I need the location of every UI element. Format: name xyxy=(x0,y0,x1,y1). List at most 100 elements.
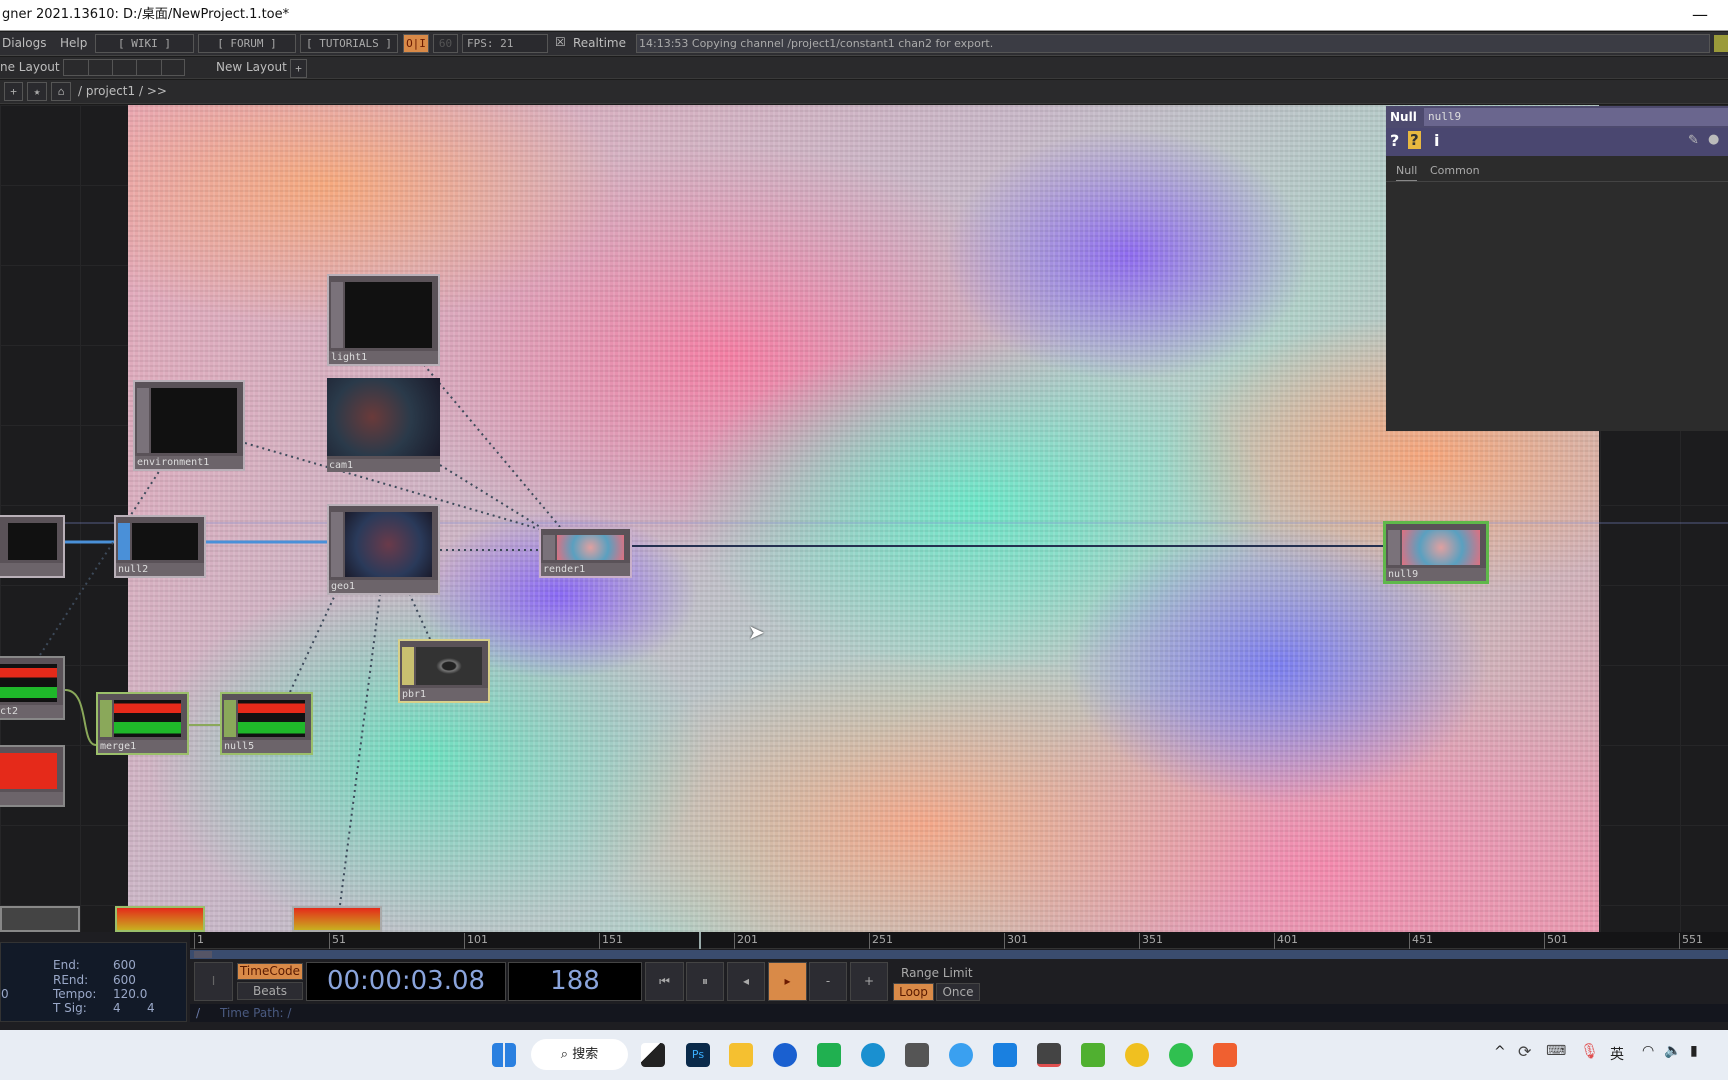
qq-music-icon[interactable] xyxy=(1125,1043,1149,1067)
node-geo1[interactable]: geo1 xyxy=(327,504,440,595)
python-help-icon[interactable]: ? xyxy=(1408,131,1421,149)
task-view-icon[interactable] xyxy=(641,1043,665,1067)
node-label: null2 xyxy=(116,563,204,576)
fps-cap[interactable]: 60 xyxy=(433,34,458,53)
play-backward-button[interactable]: ◂ xyxy=(727,962,765,1001)
realtime-checkbox[interactable]: ☒ xyxy=(555,35,566,49)
step-back-button[interactable]: - xyxy=(809,962,847,1001)
node-bottom[interactable] xyxy=(0,906,80,932)
windows-start-icon[interactable] xyxy=(492,1043,516,1067)
node-flags[interactable] xyxy=(137,388,149,453)
minimize-button[interactable]: — xyxy=(1692,0,1708,30)
tempo-value[interactable]: 120.0 xyxy=(113,987,147,1001)
feishu-icon[interactable] xyxy=(993,1043,1017,1067)
lenovo-icon[interactable] xyxy=(773,1043,797,1067)
timeline-tick: 101 xyxy=(464,933,488,949)
op-name-field[interactable]: null9 xyxy=(1424,108,1728,126)
node-null9-selected[interactable]: null9 xyxy=(1383,521,1489,584)
forum-button[interactable]: [ FORUM ] xyxy=(198,34,296,53)
node-flags[interactable] xyxy=(1388,530,1400,565)
loop-button[interactable]: Loop xyxy=(893,983,934,1001)
tsig-denominator[interactable]: 4 xyxy=(147,1001,155,1015)
end-value[interactable]: 600 xyxy=(113,958,136,972)
help-icon[interactable]: ? xyxy=(1390,131,1399,150)
timeline-tick: 251 xyxy=(869,933,893,949)
node-merge1[interactable]: merge1 xyxy=(96,692,189,755)
microphone-icon[interactable]: 🎙 xyxy=(1580,1042,1599,1060)
info-icon[interactable]: i xyxy=(1434,131,1439,150)
node-null2[interactable]: null2 xyxy=(114,515,206,578)
clip-studio-icon[interactable] xyxy=(1081,1043,1105,1067)
rend-value[interactable]: 600 xyxy=(113,973,136,987)
tsig-numerator[interactable]: 4 xyxy=(113,1001,121,1015)
node-4[interactable]: 4 xyxy=(0,745,65,807)
home-icon[interactable]: ⌂ xyxy=(51,82,71,101)
node-environment1[interactable]: environment1 xyxy=(133,380,245,471)
node-flags[interactable] xyxy=(224,700,236,737)
tutorials-button[interactable]: [ TUTORIALS ] xyxy=(300,34,398,53)
battery-icon[interactable]: ▮ xyxy=(1690,1043,1698,1059)
menu-dialogs[interactable]: Dialogs xyxy=(2,36,46,50)
taskbar-search[interactable]: ⌕ 搜索 xyxy=(531,1039,628,1070)
menu-help[interactable]: Help xyxy=(60,36,87,50)
timecode-button[interactable]: TimeCode xyxy=(237,963,303,980)
node-flags[interactable] xyxy=(402,647,414,685)
tab-null[interactable]: Null xyxy=(1396,164,1418,182)
iqiyi-icon[interactable] xyxy=(817,1043,841,1067)
realtime-label: Realtime xyxy=(573,36,626,50)
node-null5[interactable]: null5 xyxy=(220,692,313,755)
node-flags[interactable] xyxy=(543,535,555,560)
pause-button[interactable]: ⏸ xyxy=(686,962,724,1001)
node-left-cut[interactable]: 1 xyxy=(0,515,65,578)
wechat-icon[interactable] xyxy=(1169,1043,1193,1067)
node-bottom[interactable] xyxy=(115,906,205,932)
add-pane-button[interactable]: + xyxy=(4,82,23,101)
node-cam1[interactable]: cam1 xyxy=(327,378,440,472)
node-flags[interactable] xyxy=(100,700,112,737)
rewind-button[interactable]: ⏮ xyxy=(645,962,684,1001)
node-pbr1[interactable]: pbr1 xyxy=(398,639,490,703)
ime-indicator[interactable]: 英 xyxy=(1610,1044,1624,1064)
perform-mode-button[interactable]: O|I xyxy=(403,34,429,53)
tray-chevron-icon[interactable]: ^ xyxy=(1494,1044,1506,1060)
volume-icon[interactable]: 🔈 xyxy=(1664,1043,1681,1059)
node-flags[interactable] xyxy=(331,282,343,348)
onedrive-icon[interactable] xyxy=(949,1043,973,1067)
beats-button[interactable]: Beats xyxy=(237,982,303,1000)
comment-icon[interactable]: ● xyxy=(1708,132,1719,147)
tab-common[interactable]: Common xyxy=(1430,164,1480,177)
layout-presets[interactable] xyxy=(63,59,185,76)
frame-display[interactable]: 188 xyxy=(508,962,642,1001)
bookmark-star-icon[interactable]: ★ xyxy=(27,82,47,101)
wiki-button[interactable]: [ WIKI ] xyxy=(95,34,194,53)
sync-icon[interactable]: ⟳ xyxy=(1518,1042,1531,1061)
timeline-scrollbar[interactable] xyxy=(190,950,1728,959)
file-explorer-icon[interactable] xyxy=(729,1043,753,1067)
node-label: pbr1 xyxy=(400,688,488,701)
edit-pencil-icon[interactable]: ✎ xyxy=(1688,133,1699,148)
timeline-tick: 201 xyxy=(734,933,758,949)
touchdesigner-alt-icon[interactable] xyxy=(905,1043,929,1067)
app-orange-icon[interactable] xyxy=(1213,1043,1237,1067)
step-forward-button[interactable]: + xyxy=(850,962,888,1001)
keyboard-icon[interactable]: ⌨ xyxy=(1546,1043,1566,1059)
node-flags[interactable] xyxy=(118,523,130,560)
node-ect2[interactable]: ect2 xyxy=(0,656,65,720)
once-button[interactable]: Once xyxy=(936,983,980,1001)
touchdesigner-icon[interactable] xyxy=(1037,1043,1061,1067)
network-path[interactable]: / project1 / >> xyxy=(78,84,167,98)
scrollbar-handle[interactable] xyxy=(194,951,212,958)
i-button[interactable]: I xyxy=(194,962,233,1001)
photoshop-icon[interactable]: Ps xyxy=(686,1043,710,1067)
play-forward-button[interactable]: ▸ xyxy=(768,962,807,1001)
node-bottom[interactable] xyxy=(292,906,382,932)
add-layout-button[interactable]: + xyxy=(290,59,307,78)
timeline-ruler[interactable]: 1 51 101 151 201 251 301 351 401 451 501 551 xyxy=(190,932,1728,949)
node-light1[interactable]: light1 xyxy=(327,274,440,366)
playhead[interactable] xyxy=(698,932,701,949)
node-flags[interactable] xyxy=(331,512,343,577)
timecode-display[interactable]: 00:00:03.08 xyxy=(306,962,506,1001)
edge-icon[interactable] xyxy=(861,1043,885,1067)
node-render1[interactable]: render1 xyxy=(539,527,632,578)
wifi-icon[interactable]: ◠ xyxy=(1642,1043,1654,1059)
